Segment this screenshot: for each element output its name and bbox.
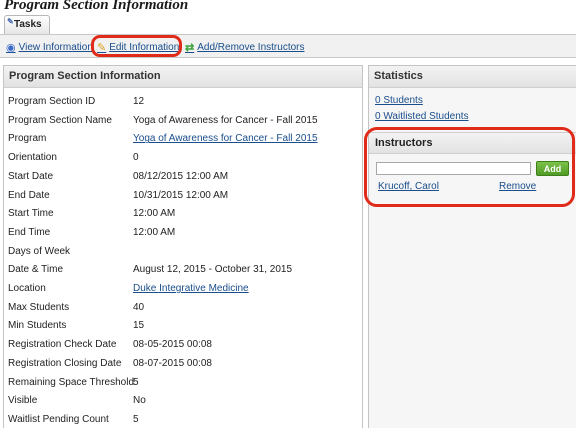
detail-label: Program Section Name xyxy=(8,114,112,126)
statistics-heading: Statistics xyxy=(369,66,576,88)
detail-label: Waitlist Pending Count xyxy=(8,413,109,425)
view-information-label: View Information xyxy=(18,41,93,53)
detail-value: 08-05-2015 00:08 xyxy=(133,339,212,351)
detail-value: 08-07-2015 00:08 xyxy=(133,357,212,369)
edit-information-label: Edit Information xyxy=(109,41,180,53)
view-information-link[interactable]: ◉ View Information xyxy=(6,40,93,54)
detail-label: Registration Check Date xyxy=(8,339,117,351)
detail-label: End Time xyxy=(8,226,51,238)
detail-label: Max Students xyxy=(8,301,70,313)
tab-tasks-label: Tasks xyxy=(14,19,42,30)
detail-label: Registration Closing Date xyxy=(8,357,122,369)
instructors-heading: Instructors xyxy=(369,132,576,154)
task-toolbar: ◉ View Information ✎ Edit Information ⇄ … xyxy=(0,34,576,58)
detail-value: 12:00 AM xyxy=(133,208,176,220)
detail-label: Visible xyxy=(8,395,38,407)
instructor-search-input[interactable] xyxy=(376,162,531,175)
detail-value: 12:00 AM xyxy=(133,226,176,238)
tab-tasks[interactable]: ✎ Tasks xyxy=(4,15,50,34)
detail-value: Yoga of Awareness for Cancer - Fall 2015 xyxy=(133,114,318,126)
program-section-heading: Program Section Information xyxy=(4,66,362,88)
pencil-icon: ✎ xyxy=(97,41,107,54)
detail-value: 0 xyxy=(133,152,139,164)
edit-information-link[interactable]: ✎ Edit Information xyxy=(97,40,179,54)
detail-value: 12 xyxy=(133,96,145,107)
detail-value-link[interactable]: Yoga of Awareness for Cancer - Fall 2015 xyxy=(133,133,318,144)
detail-value: 5 xyxy=(133,376,139,388)
detail-value: 08/12/2015 12:00 AM xyxy=(133,170,229,182)
detail-value-link[interactable]: Duke Integrative Medicine xyxy=(133,283,249,294)
detail-label: Program xyxy=(8,133,47,145)
detail-label: Location xyxy=(8,283,46,294)
add-instructor-button[interactable]: Add xyxy=(536,161,569,176)
tasks-icon: ✎ xyxy=(7,17,14,26)
detail-value: No xyxy=(133,395,146,407)
detail-value: 15 xyxy=(133,320,145,332)
instructor-name-link[interactable]: Krucoff, Carol xyxy=(378,181,439,192)
sidebar-panel: Statistics 0 Students 0 Waitlisted Stude… xyxy=(368,65,576,428)
remove-instructor-link[interactable]: Remove xyxy=(499,181,536,192)
detail-value: August 12, 2015 - October 31, 2015 xyxy=(133,264,292,276)
detail-label: Program Section ID xyxy=(8,96,96,107)
swap-arrows-icon: ⇄ xyxy=(185,41,195,54)
detail-value: 10/31/2015 12:00 AM xyxy=(133,189,229,201)
detail-label: Start Date xyxy=(8,170,54,182)
page-title: Program Section Information xyxy=(4,0,189,13)
detail-label: Orientation xyxy=(8,152,57,164)
detail-label: Remaining Space Threshold xyxy=(8,376,135,388)
detail-value: 5 xyxy=(133,413,139,425)
detail-label: Date & Time xyxy=(8,264,64,276)
detail-value: 40 xyxy=(133,301,145,313)
add-remove-instructors-link[interactable]: ⇄ Add/Remove Instructors xyxy=(185,40,304,54)
students-count-link[interactable]: 0 Students xyxy=(375,95,423,106)
add-remove-instructors-label: Add/Remove Instructors xyxy=(197,41,305,53)
detail-label: Days of Week xyxy=(8,245,71,257)
detail-label: End Date xyxy=(8,189,50,201)
detail-label: Min Students xyxy=(8,320,67,332)
detail-label: Start Time xyxy=(8,208,54,220)
eye-icon: ◉ xyxy=(6,41,16,54)
waitlisted-count-link[interactable]: 0 Waitlisted Students xyxy=(375,111,469,122)
